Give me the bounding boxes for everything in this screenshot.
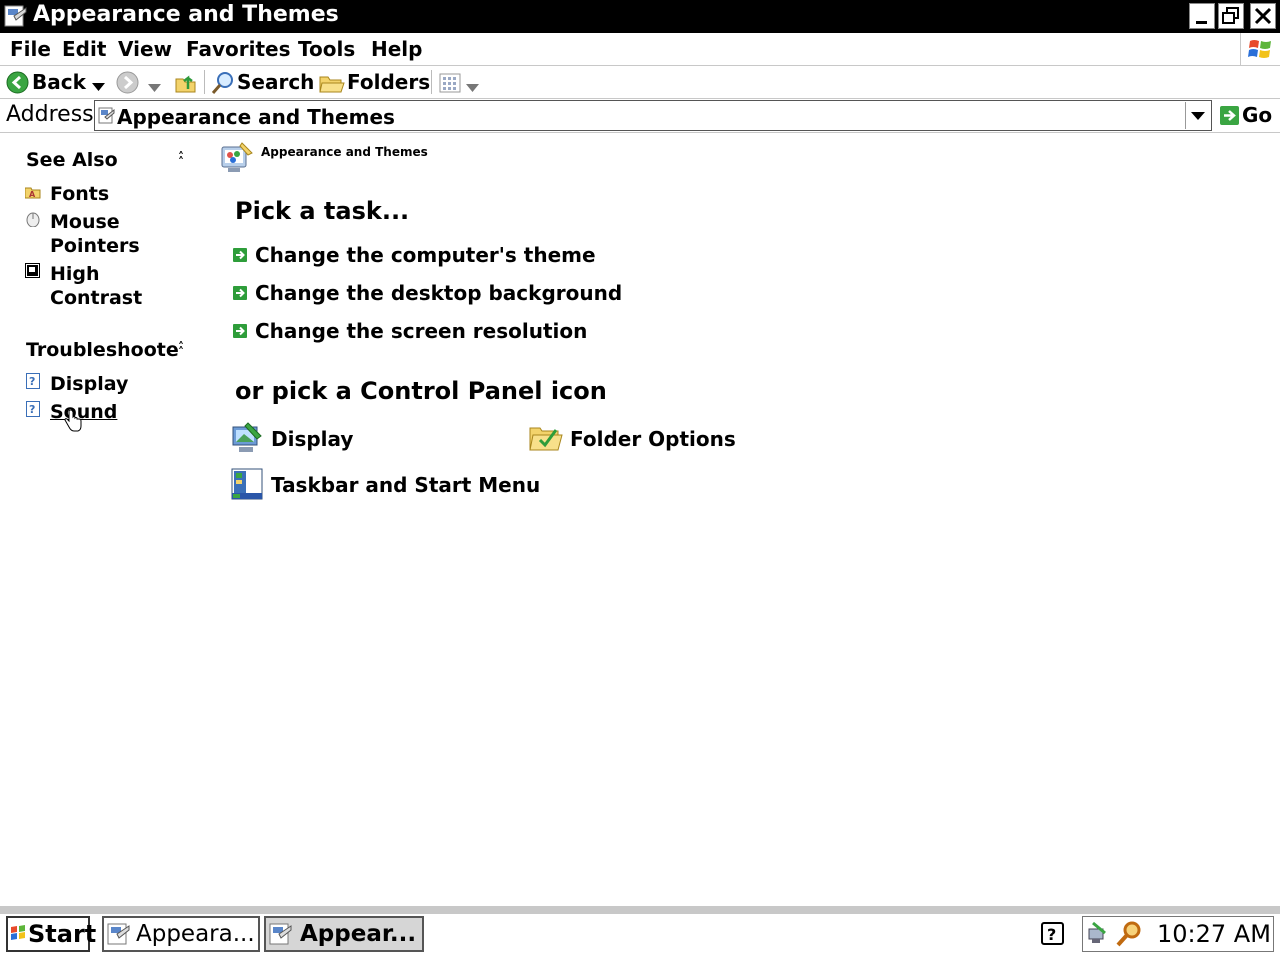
folders-icon[interactable] (319, 72, 345, 98)
troubleshoot-display-link[interactable]: Display (50, 372, 128, 396)
hand-cursor-icon (64, 409, 82, 436)
collapse-chevron-icon[interactable]: ˄ ˄ (178, 150, 184, 178)
start-label: Start (28, 920, 97, 948)
address-value: Appearance and Themes (117, 105, 395, 129)
toolbar: Back Search Folders (0, 66, 1280, 99)
help-icon: ? (26, 401, 40, 421)
task-arrow-icon (233, 285, 247, 304)
high-contrast-icon (25, 263, 40, 282)
folders-button[interactable]: Folders (347, 70, 430, 94)
go-button[interactable]: Go (1242, 103, 1272, 127)
appearance-themes-icon (220, 141, 254, 179)
see-also-title: See Also (26, 149, 118, 171)
title-bar[interactable]: Appearance and Themes (0, 0, 1280, 33)
back-label: Back (32, 70, 86, 94)
minimize-button[interactable] (1189, 3, 1215, 29)
see-also-fonts-link[interactable]: Fonts (50, 182, 109, 206)
control-panel-icon (98, 107, 115, 128)
pick-icon-heading: or pick a Control Panel icon (235, 377, 607, 405)
windows-logo-icon (10, 924, 26, 946)
address-field[interactable]: Appearance and Themes (94, 100, 1212, 131)
svg-text:A: A (29, 190, 36, 199)
menu-edit[interactable]: Edit (62, 37, 106, 61)
menu-tools[interactable]: Tools (298, 37, 355, 61)
task-change-theme-link[interactable]: Change the computer's theme (255, 243, 596, 267)
task-arrow-icon (233, 323, 247, 342)
views-icon[interactable] (439, 73, 461, 97)
system-tray: 10:27 AM (1082, 916, 1274, 952)
search-icon[interactable] (211, 71, 235, 99)
svg-text:?: ? (29, 375, 35, 388)
menu-bar: File Edit View Favorites Tools Help (0, 33, 1280, 66)
menu-favorites[interactable]: Favorites (186, 37, 291, 61)
address-bar: Address Appearance and Themes Go (0, 99, 1280, 133)
network-icon[interactable] (1087, 921, 1113, 951)
fonts-folder-icon: A (24, 184, 41, 203)
window-title: Appearance and Themes (33, 2, 339, 27)
svg-text:?: ? (29, 403, 35, 416)
go-arrow-icon[interactable] (1220, 106, 1239, 129)
chevron-down-icon[interactable] (466, 78, 479, 97)
toolbar-separator (204, 70, 205, 94)
clock: 10:27 AM (1157, 920, 1271, 948)
pick-task-heading: Pick a task... (235, 197, 410, 225)
collapse-chevron-icon[interactable]: ˄ ˄ (178, 340, 184, 368)
back-arrow-icon (6, 71, 29, 98)
chevron-down-icon[interactable] (92, 77, 105, 96)
folder-options-icon[interactable] (529, 421, 563, 457)
task-change-background-link[interactable]: Change the desktop background (255, 281, 622, 305)
address-dropdown-button[interactable] (1185, 102, 1210, 129)
task-arrow-icon (233, 247, 247, 266)
see-also-high-contrast-link-line2[interactable]: Contrast (50, 286, 142, 310)
troubleshoot-sound-link[interactable]: Sound (50, 400, 117, 424)
back-button[interactable]: Back (4, 68, 108, 97)
help-tray-icon[interactable]: ? (1041, 922, 1065, 950)
chevron-down-icon[interactable] (148, 78, 161, 97)
windows-logo-icon (1240, 33, 1280, 66)
page-title: Appearance and Themes (261, 145, 428, 159)
taskbar-active-window-label: Appear... (300, 921, 417, 947)
control-panel-icon (269, 922, 293, 950)
up-folder-icon[interactable] (174, 71, 198, 98)
close-button[interactable] (1250, 3, 1276, 29)
taskbar-window-label: Appeara... (136, 921, 255, 947)
svg-text:?: ? (1047, 925, 1056, 944)
help-icon: ? (26, 373, 40, 393)
forward-arrow-icon[interactable] (116, 71, 139, 98)
menu-view[interactable]: View (118, 37, 172, 61)
menu-file[interactable]: File (10, 37, 51, 61)
toolbar-separator (431, 70, 432, 94)
taskbar: Start Appeara... Appear... ? 10:27 AM (0, 906, 1280, 960)
control-panel-icon (107, 922, 131, 950)
cp-taskbar-start-menu-link[interactable]: Taskbar and Start Menu (271, 473, 540, 497)
taskbar-active-window-button[interactable]: Appear... (264, 916, 424, 952)
address-label: Address (6, 102, 94, 127)
cp-folder-options-link[interactable]: Folder Options (570, 427, 736, 451)
task-change-resolution-link[interactable]: Change the screen resolution (255, 319, 587, 343)
restore-button[interactable] (1218, 3, 1244, 29)
taskbar-window-button[interactable]: Appeara... (102, 916, 260, 952)
search-button[interactable]: Search (237, 70, 314, 94)
control-panel-icon[interactable] (4, 4, 28, 32)
taskbar-start-menu-icon[interactable] (230, 467, 264, 505)
see-also-high-contrast-link[interactable]: High (50, 262, 100, 286)
search-tray-icon[interactable] (1115, 920, 1143, 952)
display-icon[interactable] (230, 421, 264, 459)
see-also-mouse-pointers-link[interactable]: Mouse (50, 210, 120, 234)
see-also-mouse-pointers-link-line2[interactable]: Pointers (50, 234, 140, 258)
left-task-pane: See Also ˄ ˄ A Fonts Mouse Pointers High … (0, 134, 210, 904)
mouse-icon (25, 211, 41, 231)
menu-help[interactable]: Help (371, 37, 422, 61)
cp-display-link[interactable]: Display (271, 427, 353, 451)
start-button[interactable]: Start (6, 916, 96, 952)
troubleshooter-title: Troubleshoote (26, 339, 179, 361)
